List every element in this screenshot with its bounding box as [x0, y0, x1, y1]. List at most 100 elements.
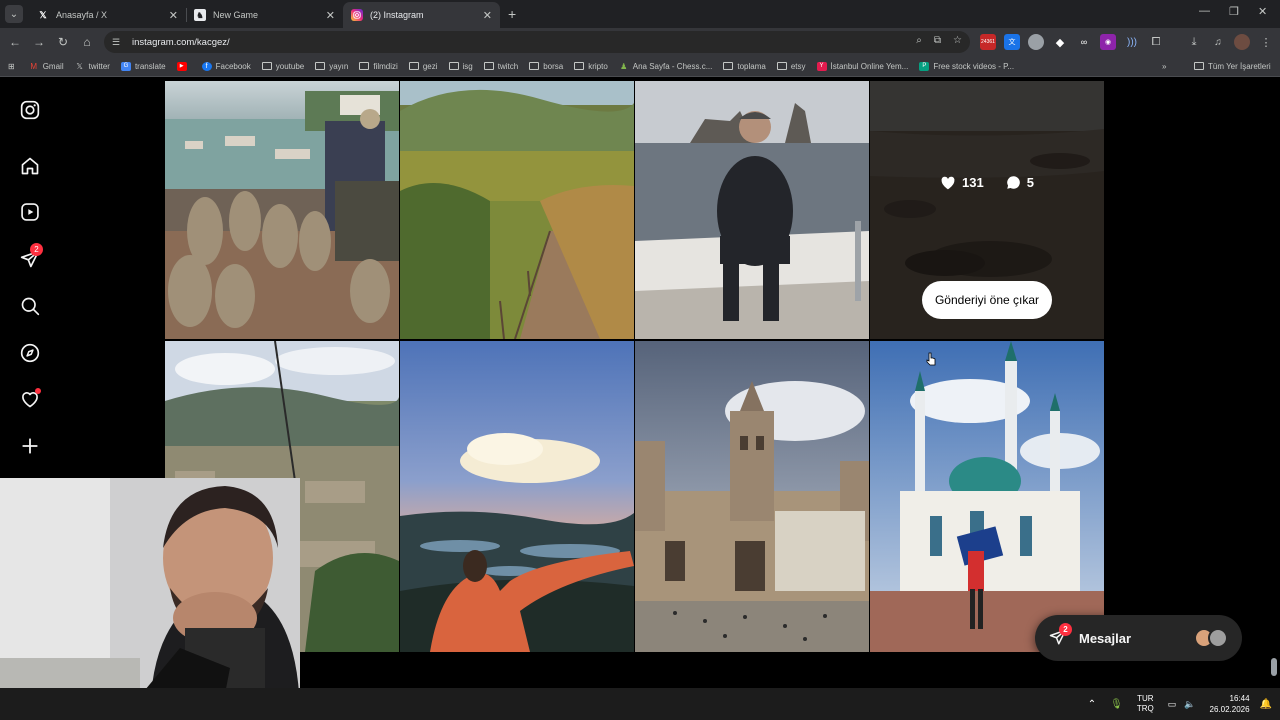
- boost-post-button[interactable]: Gönderiyi öne çıkar: [922, 281, 1052, 319]
- network-icon[interactable]: ▭: [1168, 699, 1177, 710]
- install-app-icon[interactable]: ⧉: [934, 35, 941, 46]
- bookmark-pexels[interactable]: P Free stock videos - P...: [919, 61, 1015, 71]
- folder-icon: [776, 62, 787, 70]
- extension-badge-icon[interactable]: 24361: [980, 34, 996, 50]
- language-indicator[interactable]: TUR TRQ: [1137, 694, 1154, 714]
- address-bar[interactable]: ☰ instagram.com/kacgez/ ⌕ ⧉ ☆: [104, 31, 970, 53]
- folder-icon: [448, 62, 459, 70]
- post-boat[interactable]: [635, 81, 869, 339]
- page-scrollbar[interactable]: [1271, 658, 1277, 676]
- close-icon[interactable]: ✕: [326, 9, 335, 22]
- post-pelicans[interactable]: [165, 81, 399, 339]
- restore-icon[interactable]: ❐: [1229, 5, 1239, 18]
- reels-icon[interactable]: [19, 201, 41, 223]
- post-sunset-lakes[interactable]: [400, 341, 634, 652]
- clock[interactable]: 16:44 26.02.2026: [1210, 693, 1250, 715]
- bookmark-label: Free stock videos - P...: [933, 61, 1015, 71]
- direct-messages-icon[interactable]: 2: [19, 243, 43, 270]
- tab-x[interactable]: 𝕏 Anasayfa / X ✕: [29, 2, 186, 28]
- close-window-icon[interactable]: ✕: [1258, 5, 1267, 18]
- post-trail[interactable]: [400, 81, 634, 339]
- notifications-bell-icon[interactable]: 🔔: [1260, 699, 1272, 710]
- extensions-puzzle-icon[interactable]: ⧠: [1148, 34, 1164, 50]
- new-tab-button[interactable]: +: [508, 6, 516, 22]
- bookmark-folder-yayin[interactable]: yayın: [315, 62, 348, 71]
- youtube-icon: ▶: [176, 61, 187, 71]
- bookmark-label: twitter: [88, 61, 110, 71]
- instagram-logo-icon[interactable]: [19, 99, 41, 121]
- bookmark-folder-youtube[interactable]: youtube: [261, 62, 304, 71]
- extension-voice-icon[interactable]: ))): [1124, 34, 1140, 50]
- webcam-overlay: [0, 478, 300, 720]
- instagram-icon: [351, 9, 363, 21]
- translate-extension-icon[interactable]: 文: [1004, 34, 1020, 50]
- bookmarks-bar: ⊞ M Gmail 𝕏twitter Gtranslate ▶ f Facebook…: [0, 56, 1280, 77]
- x-logo-icon: 𝕏: [39, 9, 47, 20]
- close-icon[interactable]: ✕: [483, 9, 492, 22]
- close-icon[interactable]: ✕: [169, 9, 178, 22]
- home-icon[interactable]: ⌂: [75, 35, 99, 49]
- bookmark-twitter[interactable]: 𝕏twitter: [75, 62, 110, 71]
- back-icon[interactable]: ←: [3, 35, 27, 49]
- windows-taskbar: ⌃ 🎙 TUR TRQ ▭ 🔈 16:44 26.02.2026 🔔: [0, 688, 1280, 720]
- notifications-heart-icon[interactable]: [19, 388, 41, 410]
- post-photo-cathedral: [635, 341, 869, 652]
- bookmark-chess[interactable]: ♟ Ana Sayfa - Chess.c...: [619, 62, 712, 71]
- more-bookmarks-icon[interactable]: »: [1162, 62, 1166, 71]
- bookmark-folder-isg[interactable]: isg: [448, 62, 473, 71]
- messages-floating-button[interactable]: 2 Mesajlar: [1035, 615, 1242, 661]
- forward-icon[interactable]: →: [27, 35, 51, 49]
- download-icon[interactable]: ⤓: [1186, 34, 1202, 50]
- tab-instagram[interactable]: (2) Instagram ✕: [343, 2, 500, 28]
- pexels-icon: P: [919, 61, 930, 71]
- bookmark-youtube[interactable]: ▶: [176, 61, 191, 71]
- post-sea-lions-hovered[interactable]: 131 5 Gönderiyi öne çıkar: [870, 81, 1104, 339]
- extension-circle-icon[interactable]: [1028, 34, 1044, 50]
- extension-purple-icon[interactable]: ◉: [1100, 34, 1116, 50]
- tray-overflow-icon[interactable]: ⌃: [1088, 699, 1096, 710]
- extension-mask-icon[interactable]: ∞: [1076, 34, 1092, 50]
- bookmark-label: kripto: [588, 61, 608, 71]
- volume-icon[interactable]: 🔈: [1184, 699, 1195, 710]
- apps-grid-icon[interactable]: ⊞: [8, 62, 15, 71]
- browser-toolbar: ← → ↻ ⌂ ☰ instagram.com/kacgez/ ⌕ ⧉ ☆ 24…: [0, 28, 1280, 56]
- tab-new-game[interactable]: ♞ New Game ✕: [186, 2, 343, 28]
- translate-icon: G: [120, 61, 131, 71]
- bookmark-folder-filmdizi[interactable]: filmdizi: [359, 62, 398, 71]
- chrome-menu-icon[interactable]: ⋮: [1258, 34, 1274, 50]
- bookmark-label: Tüm Yer İşaretleri: [1208, 61, 1271, 71]
- bookmark-yemeksepeti[interactable]: Y İstanbul Online Yem...: [816, 61, 909, 71]
- zoom-icon[interactable]: ⌕: [916, 35, 922, 46]
- tab-title: Anasayfa / X: [56, 10, 108, 20]
- media-control-icon[interactable]: ♫: [1210, 34, 1226, 50]
- explore-icon[interactable]: [19, 342, 41, 364]
- extension-diamond-icon[interactable]: ◆: [1052, 34, 1068, 50]
- bookmark-label: Facebook: [215, 61, 251, 71]
- site-info-icon[interactable]: ☰: [112, 37, 124, 47]
- bookmark-gmail[interactable]: M Gmail: [29, 62, 63, 71]
- search-icon[interactable]: [19, 295, 41, 317]
- all-bookmarks[interactable]: Tüm Yer İşaretleri: [1194, 62, 1271, 71]
- bookmark-folder-twitch[interactable]: twitch: [483, 62, 518, 71]
- likes-stat: 131: [940, 175, 984, 190]
- bookmark-folder-borsa[interactable]: borsa: [529, 62, 563, 71]
- microphone-icon[interactable]: 🎙: [1110, 699, 1123, 710]
- bookmark-translate[interactable]: Gtranslate: [120, 61, 166, 71]
- bookmark-label: İstanbul Online Yem...: [830, 61, 909, 71]
- home-icon[interactable]: [19, 155, 41, 177]
- bookmark-star-icon[interactable]: ☆: [953, 35, 962, 46]
- bookmark-label: gezi: [422, 61, 438, 71]
- post-cathedral[interactable]: [635, 341, 869, 652]
- post-photo-mosque: [870, 341, 1104, 652]
- tab-search-icon[interactable]: ⌄: [5, 5, 23, 23]
- profile-avatar[interactable]: [1234, 34, 1250, 50]
- minimize-icon[interactable]: —: [1199, 5, 1210, 17]
- reload-icon[interactable]: ↻: [51, 35, 75, 49]
- bookmark-facebook[interactable]: f Facebook: [201, 61, 251, 71]
- bookmark-folder-toplama[interactable]: toplama: [723, 62, 766, 71]
- bookmark-folder-gezi[interactable]: gezi: [408, 61, 438, 71]
- bookmark-folder-kripto[interactable]: kripto: [574, 62, 608, 71]
- bookmark-folder-etsy[interactable]: etsy: [776, 62, 806, 71]
- post-mosque[interactable]: [870, 341, 1104, 652]
- create-plus-icon[interactable]: [19, 435, 41, 457]
